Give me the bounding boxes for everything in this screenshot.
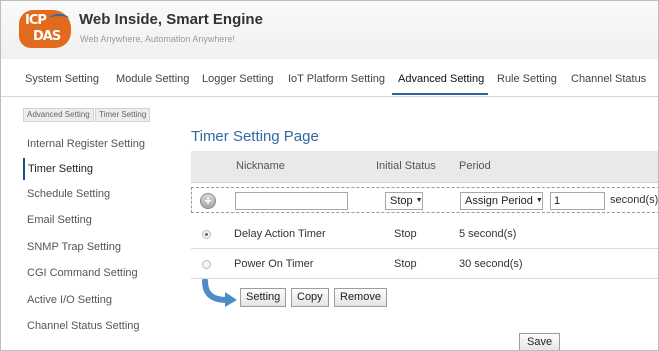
sidebar-item-channel-status-setting[interactable]: Channel Status Setting [23,315,173,337]
table-row[interactable]: Power On Timer Stop 30 second(s) [191,251,658,279]
sidebar-item-timer-setting[interactable]: Timer Setting [23,158,173,180]
period-value-input[interactable] [550,192,605,210]
sidebar-item-active-io[interactable]: Active I/O Setting [23,289,173,311]
breadcrumb-timer-setting[interactable]: Timer Setting [95,108,151,122]
caret-down-icon: ▼ [415,197,423,205]
curved-arrow-icon [202,279,237,307]
tab-channel-status[interactable]: Channel Status [571,73,646,85]
sidebar-item-internal-register[interactable]: Internal Register Setting [23,133,173,155]
row-nickname: Delay Action Timer [234,228,326,240]
row-select-radio[interactable] [202,230,211,239]
header: ICP DAS Web Inside, Smart Engine Web Any… [1,1,658,59]
app-title: Web Inside, Smart Engine [79,11,263,28]
app-window: ICP DAS Web Inside, Smart Engine Web Any… [0,0,659,351]
tab-advanced-setting[interactable]: Advanced Setting [398,73,484,85]
period-mode-select[interactable]: Assign Period ▼ [460,192,543,210]
company-logo: ICP DAS [19,10,71,48]
row-period: 5 second(s) [459,228,517,240]
page-title: Timer Setting Page [191,128,319,145]
sidebar-item-email-setting[interactable]: Email Setting [23,209,173,231]
breadcrumb-advanced-setting[interactable]: Advanced Setting [23,108,94,122]
copy-button[interactable]: Copy [291,288,329,307]
row-nickname: Power On Timer [234,258,314,270]
nickname-input[interactable] [235,192,348,210]
column-header-period: Period [459,160,491,172]
sidebar-item-snmp-trap[interactable]: SNMP Trap Setting [23,236,173,258]
row-status: Stop [394,258,417,270]
tab-iot-platform-setting[interactable]: IoT Platform Setting [288,73,385,85]
initial-status-select[interactable]: Stop ▼ [385,192,423,210]
tab-logger-setting[interactable]: Logger Setting [202,73,274,85]
row-status: Stop [394,228,417,240]
row-select-radio[interactable] [202,260,211,269]
period-unit-label: second(s) [610,194,659,206]
app-subtitle: Web Anywhere, Automation Anywhere! [80,34,235,44]
save-button[interactable]: Save [519,333,561,350]
active-tab-indicator [392,93,488,95]
remove-button[interactable]: Remove [334,288,387,307]
tab-module-setting[interactable]: Module Setting [116,73,189,85]
sidebar-item-schedule-setting[interactable]: Schedule Setting [23,183,173,205]
new-timer-row: + Stop▼ Assign Period▼ second(s) [191,187,659,213]
row-period: 30 second(s) [459,258,523,270]
plus-circle-icon[interactable]: + [200,193,216,209]
column-header-initial-status: Initial Status [376,160,436,172]
top-navigation: System Setting Module Setting Logger Set… [1,67,658,97]
sidebar-item-cgi-command[interactable]: CGI Command Setting [23,262,173,284]
table-row[interactable]: Delay Action Timer Stop 5 second(s) [191,221,658,249]
table-header: Nickname Initial Status Period [191,151,658,183]
column-header-nickname: Nickname [236,160,285,172]
tab-rule-setting[interactable]: Rule Setting [497,73,557,85]
setting-button[interactable]: Setting [240,288,287,307]
caret-down-icon: ▼ [535,197,543,205]
tab-system-setting[interactable]: System Setting [25,73,99,85]
